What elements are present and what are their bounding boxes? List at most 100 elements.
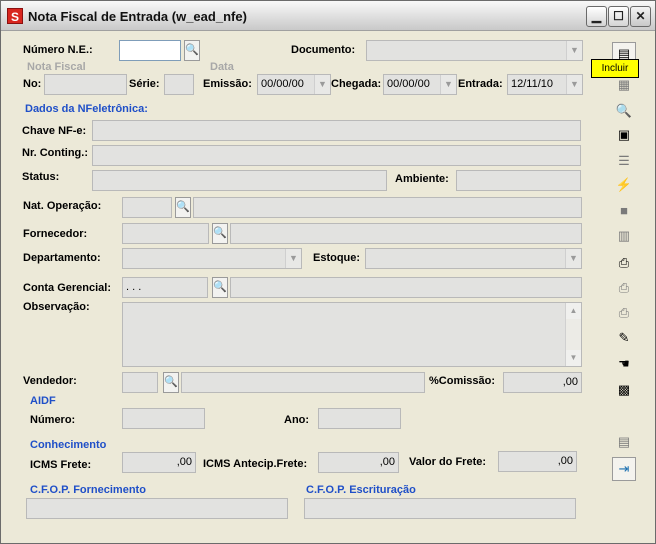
departamento-select[interactable]: ▼	[122, 248, 302, 269]
numero-ne-lookup-button[interactable]: 🔍	[184, 40, 200, 61]
fornecedor-label: Fornecedor:	[23, 228, 88, 240]
close-button[interactable]: ✕	[630, 6, 651, 27]
numero-ne-input[interactable]	[119, 40, 181, 61]
status-label: Status:	[22, 171, 60, 183]
lookup-icon: 🔍	[185, 44, 199, 56]
valor-frete-input[interactable]: ,00	[498, 451, 577, 472]
fornecedor-lookup-button[interactable]: 🔍	[212, 223, 228, 244]
chevron-down-icon: ▼	[566, 41, 582, 60]
estoque-select[interactable]: ▼	[365, 248, 582, 269]
comissao-input[interactable]: ,00	[503, 372, 582, 393]
nat-operacao-desc-input[interactable]	[193, 197, 582, 218]
aidf-section-title: AIDF	[30, 395, 56, 407]
calculator-icon[interactable]: ▩	[612, 378, 636, 402]
observacao-textarea[interactable]: ▲ ▼	[122, 302, 582, 367]
title-bar[interactable]: S Nota Fiscal de Entrada (w_ead_nfe) ▁ ☐…	[1, 1, 655, 31]
serie-input[interactable]	[164, 74, 194, 95]
chegada-value: 00/00/00	[387, 78, 430, 90]
conting-label: Nr. Conting.:	[22, 147, 88, 159]
chevron-down-icon: ▼	[440, 75, 456, 94]
cfop-fornecimento-title: C.F.O.P. Fornecimento	[30, 484, 146, 496]
scroll-up-icon[interactable]: ▲	[566, 303, 581, 319]
documento-label: Documento:	[291, 44, 356, 56]
nat-operacao-label: Nat. Operação:	[23, 200, 102, 212]
entrada-label: Entrada:	[458, 78, 503, 90]
status-input[interactable]	[92, 170, 387, 191]
conting-input[interactable]	[92, 145, 581, 166]
no-label: No:	[23, 78, 42, 90]
trash-icon[interactable]: ▥	[612, 224, 636, 248]
fornecedor-code-input[interactable]	[122, 223, 209, 244]
search-document-icon[interactable]: 🔍	[612, 99, 636, 123]
window-title: Nota Fiscal de Entrada (w_ead_nfe)	[28, 9, 247, 24]
data-group-label: Data	[210, 61, 234, 73]
icms-frete-input[interactable]: ,00	[122, 452, 196, 473]
conta-gerencial-label: Conta Gerencial:	[23, 282, 112, 294]
icms-antecip-input[interactable]: ,00	[318, 452, 399, 473]
vendedor-desc-input[interactable]	[181, 372, 425, 393]
departamento-label: Departamento:	[23, 252, 101, 264]
items-icon[interactable]: ▣	[612, 123, 636, 147]
emissao-date-picker[interactable]: 00/00/00 ▼	[257, 74, 331, 95]
cfop-fornecimento-input[interactable]	[26, 498, 288, 519]
minimize-button[interactable]: ▁	[586, 6, 607, 27]
form-body: Número N.E.: 🔍 Documento: ▼ Nota Fiscal …	[4, 32, 652, 541]
vendedor-lookup-button[interactable]: 🔍	[163, 372, 179, 393]
documento-select[interactable]: ▼	[366, 40, 583, 61]
cfop-escrituracao-input[interactable]	[304, 498, 576, 519]
observacao-label: Observação:	[23, 301, 90, 313]
app-icon: S	[7, 8, 23, 24]
chave-nfe-input[interactable]	[92, 120, 581, 141]
valor-frete-label: Valor do Frete:	[409, 456, 487, 468]
chave-nfe-label: Chave NF-e:	[22, 125, 87, 137]
ambiente-label: Ambiente:	[395, 173, 449, 185]
nota-fiscal-group-label: Nota Fiscal	[27, 61, 86, 73]
chevron-down-icon: ▼	[566, 75, 582, 94]
hand-icon[interactable]: ☚	[612, 352, 636, 376]
incluir-tooltip: Incluir	[591, 59, 639, 78]
aidf-numero-input[interactable]	[122, 408, 205, 429]
conta-gerencial-lookup-button[interactable]: 🔍	[212, 277, 228, 298]
chevron-down-icon: ▼	[285, 249, 301, 268]
insert-row-icon[interactable]: ▤	[612, 430, 636, 454]
entrada-date-picker[interactable]: 12/11/10 ▼	[507, 74, 583, 95]
save-icon[interactable]: ■	[612, 199, 636, 223]
printer-icon[interactable]: ⎙	[612, 276, 636, 300]
observacao-scrollbar[interactable]: ▲ ▼	[565, 303, 581, 366]
edit-icon[interactable]: ✎	[612, 326, 636, 350]
lookup-icon: 🔍	[176, 201, 190, 213]
list-icon[interactable]: ☰	[612, 149, 636, 173]
lookup-icon: 🔍	[164, 376, 178, 388]
chevron-down-icon: ▼	[565, 249, 581, 268]
conta-gerencial-desc-input[interactable]	[230, 277, 582, 298]
numero-ne-label: Número N.E.:	[23, 44, 93, 56]
maximize-button[interactable]: ☐	[608, 6, 629, 27]
lookup-icon: 🔍	[213, 227, 227, 239]
no-input[interactable]	[44, 74, 127, 95]
cfop-escrituracao-title: C.F.O.P. Escrituração	[306, 484, 416, 496]
app-window: S Nota Fiscal de Entrada (w_ead_nfe) ▁ ☐…	[0, 0, 656, 544]
fornecedor-desc-input[interactable]	[230, 223, 582, 244]
chegada-label: Chegada:	[331, 78, 382, 90]
aidf-ano-label: Ano:	[284, 414, 310, 426]
icms-frete-label: ICMS Frete:	[30, 459, 92, 471]
nfe-section-title: Dados da NFeletrônica:	[25, 103, 148, 115]
nat-operacao-lookup-button[interactable]: 🔍	[175, 197, 191, 218]
scroll-down-icon[interactable]: ▼	[566, 350, 581, 366]
conta-gerencial-code-input[interactable]: . . .	[122, 277, 208, 298]
print-document-icon[interactable]: ⎙	[612, 251, 636, 275]
nat-operacao-code-input[interactable]	[122, 197, 172, 218]
serie-label: Série:	[129, 78, 160, 90]
aidf-ano-input[interactable]	[318, 408, 401, 429]
chegada-date-picker[interactable]: 00/00/00 ▼	[383, 74, 457, 95]
icms-antecip-label: ICMS Antecip.Frete:	[203, 458, 308, 470]
printer-icon-2[interactable]: ⎙	[612, 301, 636, 325]
vendedor-code-input[interactable]	[122, 372, 158, 393]
comissao-label: %Comissão:	[429, 375, 496, 387]
conhecimento-section-title: Conhecimento	[30, 439, 107, 451]
ambiente-input[interactable]	[456, 170, 581, 191]
lightning-icon[interactable]: ⚡	[612, 173, 636, 197]
chevron-down-icon: ▼	[314, 75, 330, 94]
lookup-icon: 🔍	[213, 281, 227, 293]
exit-icon[interactable]: ⇥	[612, 457, 636, 481]
